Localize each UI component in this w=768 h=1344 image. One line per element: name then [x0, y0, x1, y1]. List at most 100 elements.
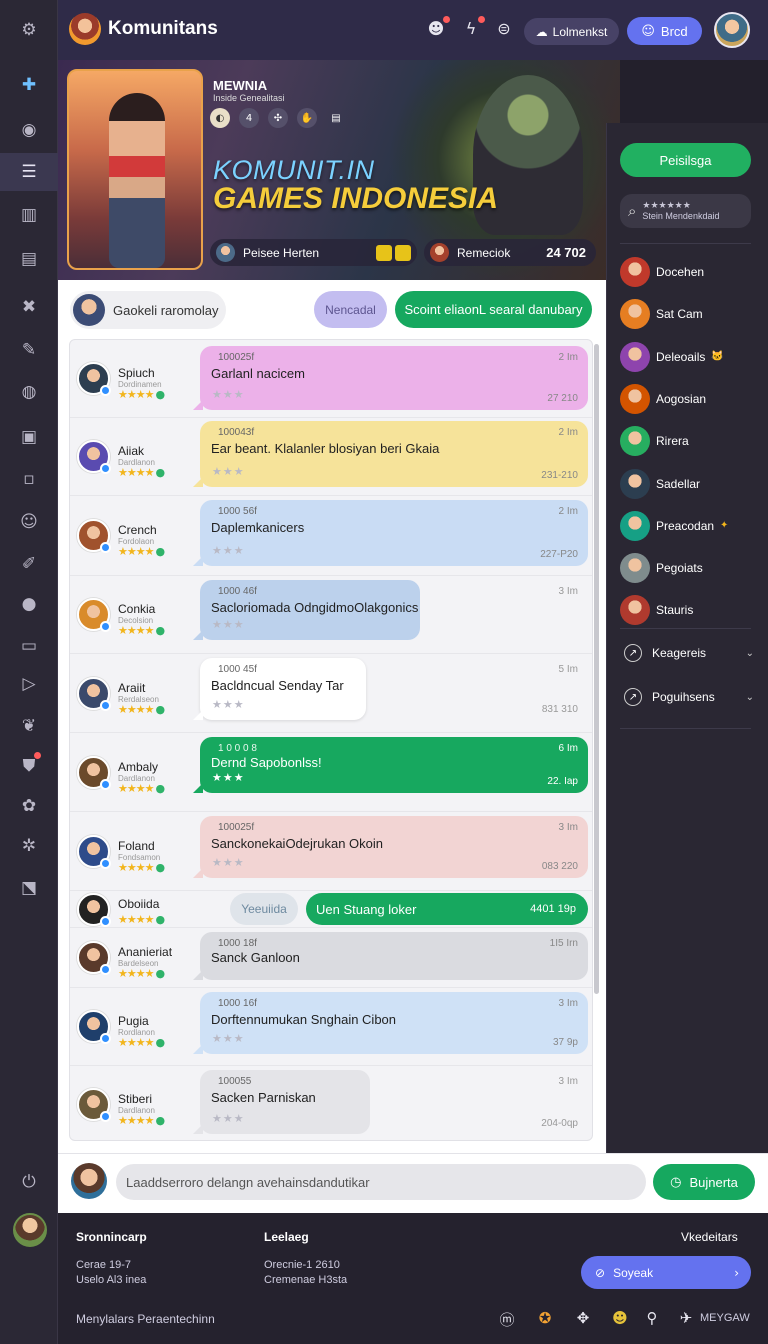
my-avatar[interactable] — [13, 1213, 47, 1247]
avatar[interactable] — [77, 598, 111, 632]
reply-pill[interactable]: Yeeuiida — [230, 893, 298, 925]
message-bubble[interactable]: Uen Stuang loker 4401 19p — [306, 893, 588, 925]
category-poguihsens[interactable]: ↗ Poguihsens ⌄ — [624, 688, 754, 706]
member-item[interactable]: Sat Cam — [620, 298, 760, 330]
spin-icon[interactable]: ✣ — [268, 108, 288, 128]
columns-icon[interactable]: ▥ — [13, 199, 45, 231]
avatar[interactable] — [77, 1010, 111, 1044]
member-item[interactable]: Deleoails 🐱 — [620, 341, 760, 373]
crosshair-icon[interactable]: ✥ — [572, 1309, 594, 1331]
m-icon[interactable]: ⓜ — [496, 1309, 518, 1331]
message-row[interactable]: Foland Fondsamon ★★★★ ● 100025f SanckonekaiOd… — [70, 812, 592, 891]
sender-name[interactable]: Aiiak — [118, 444, 144, 458]
member-search[interactable]: ⌕ ★★★★★★ Stein Mendenkdaid — [620, 194, 751, 228]
save-icon[interactable]: ▣ — [13, 421, 45, 453]
sender-name[interactable]: Spiuch — [118, 366, 155, 380]
brush-icon[interactable]: ✎ — [13, 334, 45, 366]
user-avatar[interactable] — [714, 12, 750, 48]
member-item[interactable]: Pegoiats — [620, 552, 760, 584]
location-icon[interactable]: ◉ — [13, 114, 45, 146]
message-bubble[interactable]: 1000 18f Sanck Ganloon 1I5 Irn — [193, 932, 588, 980]
play-icon[interactable]: ▷ — [13, 668, 45, 700]
box-icon[interactable]: ⬔ — [13, 872, 45, 904]
member-item[interactable]: Sadellar — [620, 468, 760, 500]
sender-name[interactable]: Ananieriat — [118, 945, 172, 959]
avatar[interactable] — [77, 676, 111, 711]
nencadal-button[interactable]: Nencadal — [314, 291, 387, 328]
menu-icon[interactable]: ☰ — [0, 153, 58, 191]
moon-icon[interactable]: ◐ — [210, 108, 230, 128]
sender-name[interactable]: Stiberi — [118, 1092, 152, 1106]
power-icon[interactable]: ⏻ — [13, 1166, 45, 1198]
message-input[interactable]: Laaddserroro delangn avehainsdandutikar — [116, 1164, 646, 1200]
member-item[interactable]: Preacodan ✦ — [620, 510, 760, 542]
message-bubble[interactable]: 100025f Garlanl nacicem ★★★ 2 Im 27 210 — [193, 346, 588, 410]
sender-name[interactable]: Oboiida — [118, 897, 159, 911]
flower-icon[interactable]: ✿ — [13, 790, 45, 822]
footer-cta-button[interactable]: ⊘ Soyeak › — [581, 1256, 751, 1289]
message-row[interactable]: Stiberi Dardlanon ★★★★ ● 3 Im 204-0qp 100055 Sa… — [70, 1066, 592, 1140]
community-button[interactable]: ☁ Lolmenkst — [524, 18, 619, 45]
scrollbar[interactable] — [594, 344, 599, 994]
footer-col2-line2[interactable]: Cremenae H3sta — [264, 1274, 347, 1286]
category-keagereis[interactable]: ↗ Keagereis ⌄ — [624, 644, 754, 662]
user-chip[interactable]: Gaokeli raromolay — [70, 291, 226, 329]
avatar[interactable] — [77, 755, 111, 790]
join-button[interactable]: Peisilsga — [620, 143, 751, 177]
avatar[interactable] — [77, 362, 111, 396]
message-bubble[interactable]: 100055 Sacken Parniskan ★★★ — [193, 1070, 370, 1134]
pin-icon[interactable]: ⚲ — [641, 1309, 663, 1331]
footer-col1-line1[interactable]: Cerae 19-7 — [76, 1259, 131, 1271]
sender-name[interactable]: Ambaly — [118, 760, 158, 774]
chat-icon[interactable]: ◍ — [13, 376, 45, 408]
avatar[interactable] — [77, 892, 111, 927]
sender-name[interactable]: Foland — [118, 839, 155, 853]
bomb-icon[interactable]: ● — [13, 588, 45, 620]
hero-character-card[interactable] — [67, 69, 203, 270]
member-item[interactable]: Aogosian — [620, 383, 760, 415]
character-icon[interactable]: ☻ — [609, 1309, 631, 1331]
sender-name[interactable]: Crench — [118, 523, 157, 537]
message-bubble[interactable]: 1000 46f Sacloriomada OdngidmoOlakgonics ★… — [193, 580, 420, 640]
avatar[interactable] — [77, 1088, 111, 1122]
message-row[interactable]: Pugia Rordlanon ★★★★ ● 1000 16f Dorftennumuka… — [70, 988, 592, 1066]
sender-name[interactable]: Pugia — [118, 1014, 149, 1028]
message-row[interactable]: Aiiak Dardlanon ★★★★ ● 100043f Ear beant. Kla… — [70, 418, 592, 496]
lightning-icon[interactable]: ϟ — [460, 16, 485, 41]
message-bubble[interactable]: 100025f SanckonekaiOdejrukan Okoin ★★★ 3 Im… — [193, 816, 588, 878]
smile-icon[interactable]: ☺ — [13, 506, 45, 538]
footer-col2-line1[interactable]: Orecnie-1 2610 — [264, 1259, 340, 1271]
leaf-icon[interactable]: ❦ — [13, 710, 45, 742]
hand-icon[interactable]: ✋ — [297, 108, 317, 128]
hero-stat-bar[interactable]: Remeciok 24 702 — [424, 239, 596, 266]
message-list[interactable]: Spiuch Dordinamen ★★★★ ● 100025f Garlanl naci… — [69, 339, 593, 1141]
member-item[interactable]: Docehen — [620, 256, 760, 288]
shield-icon[interactable]: ⛊ — [13, 750, 45, 782]
avatar[interactable] — [77, 834, 111, 869]
member-item[interactable]: Stauris — [620, 594, 760, 626]
pen-icon[interactable]: ✐ — [13, 548, 45, 580]
message-row[interactable]: Oboiida ★★★★ ● Yeeuiida Uen Stuang loker 4401… — [70, 891, 592, 928]
message-row[interactable]: Ambaly Dardlanon ★★★★ ● 1 0 0 0 8 Dernd Sapob… — [70, 733, 592, 812]
list-icon[interactable]: ▤ — [326, 108, 346, 128]
avatar[interactable] — [77, 440, 111, 474]
message-bubble[interactable]: 1000 56f Daplemkanicers ★★★ 2 Im 227-P20 — [193, 500, 588, 566]
puzzle-icon[interactable]: ✚ — [13, 69, 45, 101]
profile-button[interactable]: ☺ Brcd — [627, 17, 702, 45]
hero-player-bar[interactable]: Peisee Herten — [210, 239, 417, 266]
scoint-button[interactable]: Scoint eliaonL searal danubary — [395, 291, 592, 328]
send-button[interactable]: ◷ Bujnerta — [653, 1164, 755, 1200]
avatar[interactable] — [77, 941, 111, 975]
board-icon[interactable]: ▤ — [13, 243, 45, 275]
square-icon[interactable]: ▫ — [13, 463, 45, 495]
sender-name[interactable]: Araiit — [118, 681, 145, 695]
message-bubble[interactable]: 1000 16f Dorftennumukan Snghain Cibon ★★★ 3… — [193, 992, 588, 1054]
games-icon[interactable]: ✖ — [13, 291, 45, 323]
message-row[interactable]: Crench Fordolaon ★★★★ ● 1000 56f Daplemkanice… — [70, 496, 592, 576]
message-bubble[interactable]: 100043f Ear beant. Klalanler blosiyan ber… — [193, 421, 588, 487]
send-icon[interactable]: ✈ — [675, 1309, 697, 1331]
sender-name[interactable]: Conkia — [118, 602, 155, 616]
settings-icon[interactable]: ⚙ — [13, 14, 45, 46]
four-icon[interactable]: 4 — [239, 108, 259, 128]
message-row[interactable]: Ananieriat Bardelseon ★★★★ ● 1000 18f Sanck G… — [70, 928, 592, 988]
